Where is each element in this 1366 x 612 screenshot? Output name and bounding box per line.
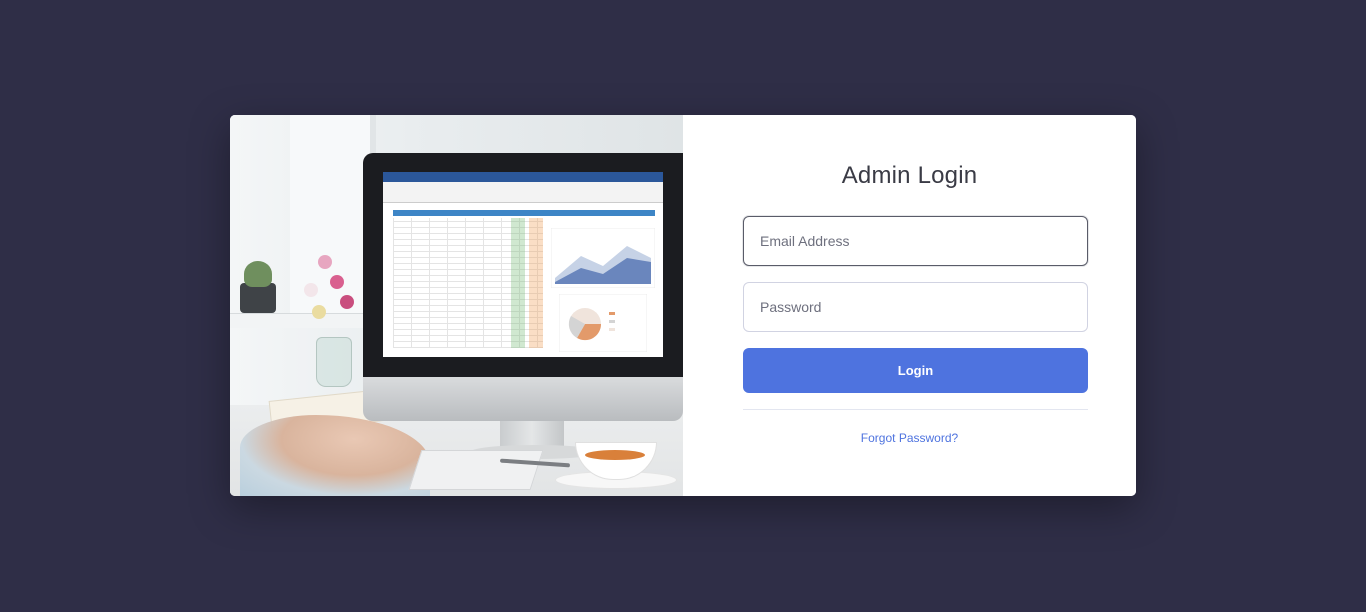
photo-flower <box>304 283 318 297</box>
photo-cactus-pot <box>240 283 276 313</box>
password-field[interactable] <box>743 282 1088 332</box>
office-computer-photo <box>230 115 683 496</box>
photo-vase <box>316 337 352 387</box>
login-card: Admin Login Login Forgot Password? <box>230 115 1136 496</box>
photo-monitor-chin <box>363 377 683 421</box>
photo-tea <box>585 450 645 460</box>
photo-cactus <box>244 261 272 287</box>
spreadsheet-title-bar <box>383 172 663 182</box>
photo-flower <box>340 295 354 309</box>
forgot-password-link[interactable]: Forgot Password? <box>683 431 1136 445</box>
photo-flower <box>330 275 344 289</box>
spreadsheet-area-chart <box>551 228 655 288</box>
login-button[interactable]: Login <box>743 348 1088 393</box>
page-title: Admin Login <box>841 162 978 189</box>
photo-keyboard <box>408 450 544 490</box>
spreadsheet-ribbon <box>383 182 663 203</box>
email-field[interactable] <box>743 216 1088 266</box>
form-divider <box>743 409 1088 410</box>
photo-flower <box>312 305 326 319</box>
spreadsheet-pie-chart <box>559 294 647 352</box>
photo-flower <box>318 255 332 269</box>
spreadsheet-header-row <box>393 210 655 216</box>
spreadsheet-green-column <box>511 218 525 348</box>
spreadsheet-orange-column <box>529 218 543 348</box>
login-form-panel: Admin Login Login Forgot Password? <box>683 115 1136 496</box>
photo-spreadsheet-screen <box>383 172 663 357</box>
